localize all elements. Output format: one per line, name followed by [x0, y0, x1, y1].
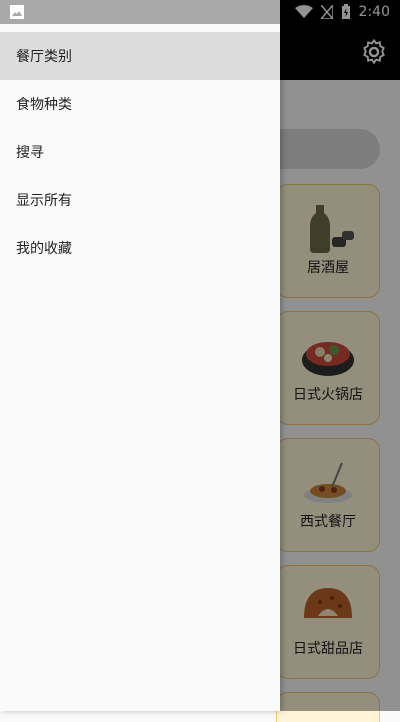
drawer-status-bar — [0, 0, 280, 24]
image-notification-icon — [10, 5, 24, 19]
drawer-item-restaurant-category[interactable]: 餐厅类别 — [0, 32, 280, 80]
drawer-item-label: 餐厅类别 — [16, 49, 72, 65]
drawer-menu: 餐厅类别 食物种类 搜寻 显示所有 我的收藏 — [0, 32, 280, 272]
drawer-item-search[interactable]: 搜寻 — [0, 128, 280, 176]
drawer-item-food-type[interactable]: 食物种类 — [0, 80, 280, 128]
drawer-item-label: 显示所有 — [16, 193, 72, 209]
drawer-item-label: 搜寻 — [16, 145, 44, 161]
drawer-item-favorites[interactable]: 我的收藏 — [0, 224, 280, 272]
drawer-item-show-all[interactable]: 显示所有 — [0, 176, 280, 224]
drawer-item-label: 食物种类 — [16, 97, 72, 113]
navigation-drawer: 餐厅类别 食物种类 搜寻 显示所有 我的收藏 — [0, 0, 280, 711]
drawer-item-label: 我的收藏 — [16, 241, 72, 257]
